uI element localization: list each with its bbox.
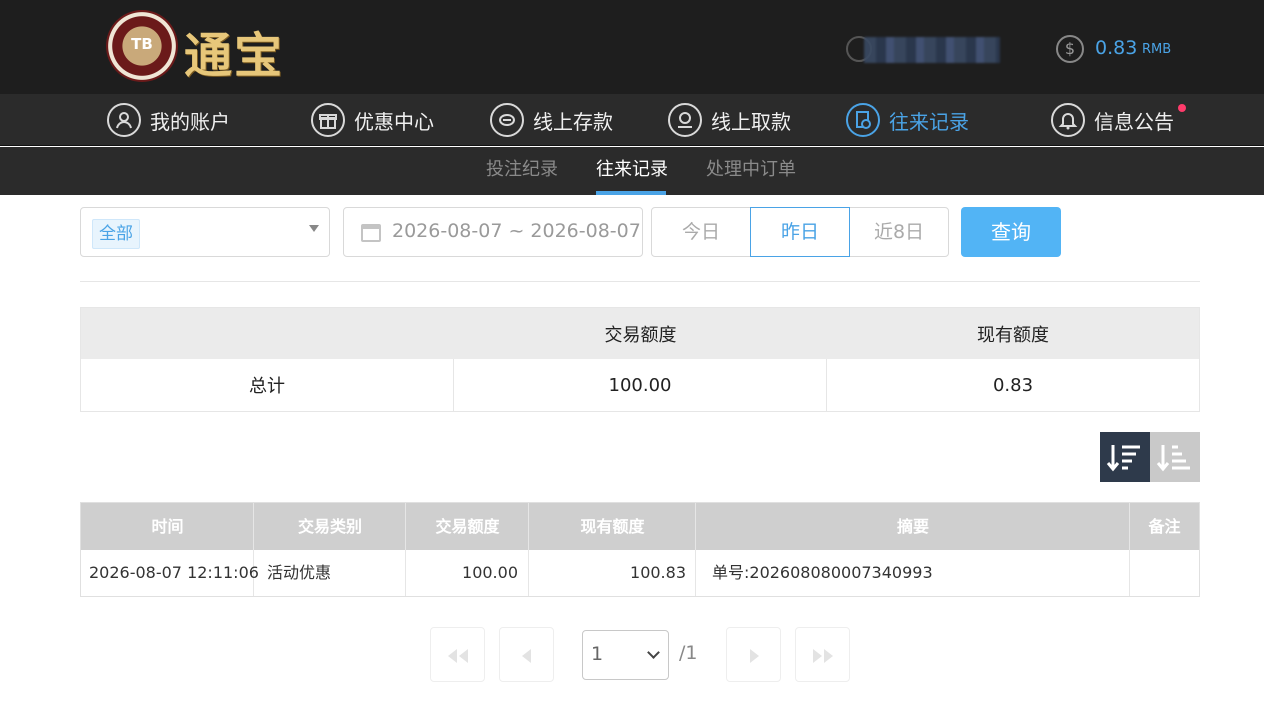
summary-total-label: 总计 [249,376,285,397]
transaction-type-select[interactable]: 全部 [80,207,330,257]
nav-label: 信息公告 [1094,109,1174,134]
double-chevron-right-icon [812,648,833,663]
gift-icon [311,103,345,137]
balance-amount: 0.83 [1095,37,1138,59]
nav-item-deposit[interactable]: 线上存款 [490,94,613,146]
calendar-icon [361,224,381,242]
summary-table: 交易额度 现有额度 总计 100.00 0.83 [80,307,1200,412]
logo-chip-text: TB [131,35,153,53]
cell-balance: 100.83 [630,563,686,582]
sort-ascending-icon [1156,445,1190,472]
column-divider [253,503,254,596]
chevron-down-icon [647,646,660,659]
cell-time: 2026-08-07 12:11:06 [89,563,259,582]
main-nav: 我的账户 优惠中心 线上存款 线上取款 往来记录 信息公告 [0,94,1264,146]
column-header-type[interactable]: 交易类别 [254,503,406,550]
date-range-value: 2026-08-07 ~ 2026-08-07 [392,220,641,242]
column-header-summary[interactable]: 摘要 [696,503,1130,550]
page-select[interactable]: 1 [582,630,669,680]
cell-summary: 单号:202608080007340993 [712,563,933,582]
nav-label: 线上存款 [533,109,613,134]
today-button[interactable]: 今日 [651,207,751,257]
tab-pending-orders[interactable]: 处理中订单 [706,147,796,195]
query-button[interactable]: 查询 [961,207,1061,257]
divider [80,281,1200,282]
double-chevron-left-icon [447,648,468,663]
last-page-button[interactable] [795,627,850,682]
sort-ascending-button[interactable] [1150,432,1200,482]
caret-down-icon [309,225,319,232]
tab-transaction-records[interactable]: 往来记录 [596,147,668,195]
column-header-remark[interactable]: 备注 [1130,503,1199,550]
column-header-balance[interactable]: 现有额度 [529,503,696,550]
nav-item-my-account[interactable]: 我的账户 [107,94,230,146]
next-page-button[interactable] [726,627,781,682]
active-tab-indicator [596,191,666,195]
notification-dot [1178,104,1186,112]
nav-item-announcements[interactable]: 信息公告 [1051,94,1186,146]
nav-item-withdraw[interactable]: 线上取款 [668,94,791,146]
username-blurred [864,37,1000,63]
column-header-time[interactable]: 时间 [81,503,254,550]
records-table: 时间 交易类别 交易额度 现有额度 摘要 备注 2026-08-07 12:11… [80,502,1200,597]
yesterday-button[interactable]: 昨日 [750,207,850,257]
logo-text: 通宝 [184,28,285,84]
nav-label: 优惠中心 [354,109,434,134]
user-icon [107,103,141,137]
records-icon [846,103,880,137]
first-page-button[interactable] [430,627,485,682]
prev-page-button[interactable] [499,627,554,682]
summary-total-transaction: 100.00 [608,374,672,396]
balance-currency: RMB [1142,42,1172,57]
site-logo[interactable]: TB 通宝 [106,10,306,84]
date-range-picker[interactable]: 2026-08-07 ~ 2026-08-07 [343,207,643,257]
bell-icon [1051,103,1085,137]
sub-nav: 投注纪录 往来记录 处理中订单 [0,147,1264,195]
cell-amount: 100.00 [462,563,518,582]
dollar-icon: $ [1056,35,1084,63]
summary-header-transaction: 交易额度 [604,324,677,346]
nav-item-promotions[interactable]: 优惠中心 [311,94,434,146]
chevron-left-icon [521,648,531,663]
summary-header-balance: 现有额度 [977,324,1049,346]
page-select-value: 1 [591,643,604,665]
column-header-amount[interactable]: 交易额度 [406,503,529,550]
summary-total-balance: 0.83 [992,374,1034,396]
nav-item-records[interactable]: 往来记录 [846,94,969,146]
sort-descending-button[interactable] [1100,432,1150,482]
tab-bet-records[interactable]: 投注纪录 [486,147,558,195]
nav-label: 往来记录 [889,109,969,134]
nav-label: 线上取款 [711,109,791,134]
column-divider [695,503,696,596]
deposit-icon [490,103,524,137]
withdraw-icon [668,103,702,137]
selected-type-tag: 全部 [92,219,140,249]
page-total: /1 [679,642,698,664]
top-header: TB 通宝 $ 0.83 RMB [0,0,1264,94]
chevron-right-icon [749,648,759,663]
cell-remark [1130,550,1199,596]
cell-type: 活动优惠 [267,563,332,582]
logo-chip-icon: TB [106,10,178,82]
last-8-days-button[interactable]: 近8日 [849,207,949,257]
nav-label: 我的账户 [150,109,230,134]
sort-descending-icon [1106,445,1140,472]
summary-header-blank [81,308,454,359]
user-account-area[interactable] [846,33,1006,65]
